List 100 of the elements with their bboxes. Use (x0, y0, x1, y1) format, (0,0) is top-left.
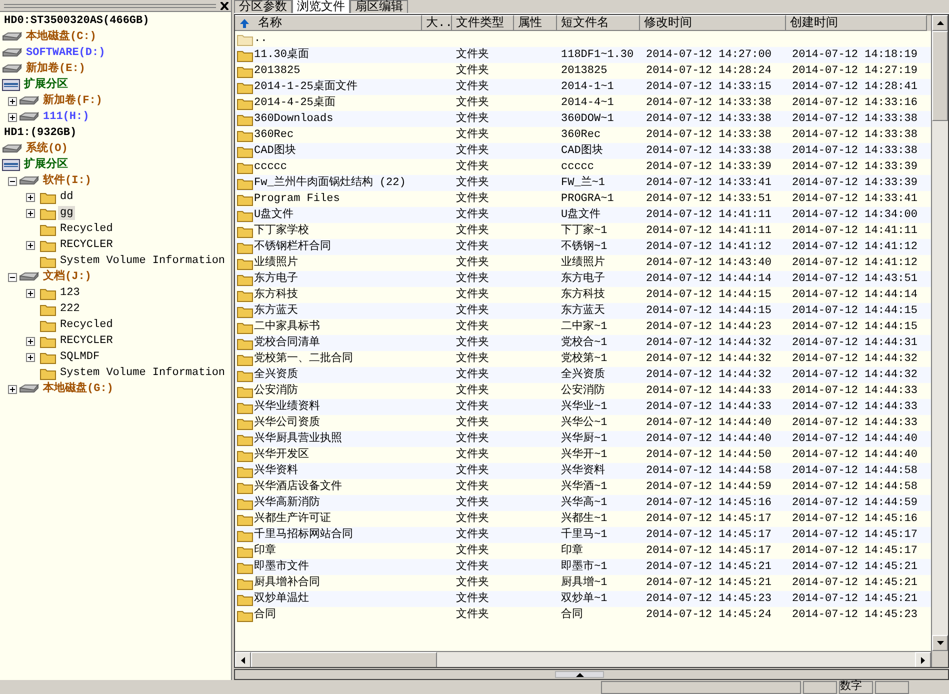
file-name[interactable]: 印章 (254, 544, 276, 558)
file-name[interactable]: 2013825 (254, 64, 300, 78)
file-name[interactable]: 兴华开发区 (254, 448, 309, 462)
table-cell: 2014-07-12 14:44:33 (792, 384, 918, 398)
tree-item[interactable]: dd (58, 190, 76, 204)
vertical-scrollbar[interactable] (931, 15, 948, 667)
file-name[interactable]: 兴华资料 (254, 464, 298, 478)
scroll-down-button[interactable] (932, 635, 948, 651)
tab[interactable]: 扇区编辑 (350, 0, 408, 13)
file-name[interactable]: 二中家具标书 (254, 320, 320, 334)
collapse-toggle[interactable] (8, 176, 17, 186)
file-name[interactable]: 360Downloads (254, 112, 334, 126)
table-cell: U盘文件 (561, 208, 601, 222)
file-name[interactable]: 党校合同清单 (254, 336, 320, 350)
file-name[interactable]: 党校第一、二批合同 (254, 352, 353, 366)
expand-toggle[interactable] (8, 112, 17, 122)
file-name[interactable]: 2014-1-25桌面文件 (254, 80, 358, 94)
tree-item[interactable]: SQLMDF (58, 350, 102, 364)
file-name[interactable]: 全兴资质 (254, 368, 298, 382)
file-name[interactable]: ccccc (254, 160, 288, 174)
tree-item[interactable]: 文档(J:) (41, 270, 94, 284)
collapse-toggle[interactable] (8, 272, 17, 282)
scroll-thumb[interactable] (932, 31, 948, 121)
expand-toggle[interactable] (8, 384, 17, 394)
tree-item[interactable]: 扩展分区 (22, 158, 70, 172)
tree-item[interactable]: Recycled (58, 222, 115, 236)
file-name[interactable]: 兴华业绩资料 (254, 400, 320, 414)
scroll-up-button[interactable] (932, 15, 948, 31)
close-icon[interactable] (220, 2, 229, 10)
table-cell: 文件夹 (456, 272, 489, 286)
scroll-thumb[interactable] (251, 652, 437, 667)
file-name[interactable]: 11.30桌面 (254, 48, 310, 62)
file-name[interactable]: 下丁家学校 (254, 224, 309, 238)
file-name[interactable]: 合同 (254, 608, 276, 622)
tree-item[interactable]: RECYCLER (58, 238, 115, 252)
tree-item[interactable]: 新加卷(E:) (24, 62, 88, 76)
file-name[interactable]: 千里马招标网站合同 (254, 528, 353, 542)
tab[interactable]: 分区参数 (234, 0, 292, 13)
table-cell: 文件夹 (456, 400, 489, 414)
table-cell: 文件夹 (456, 256, 489, 270)
column-header[interactable]: 名称 (235, 15, 422, 31)
file-name[interactable]: 公安消防 (254, 384, 298, 398)
file-name[interactable]: 360Rec (254, 128, 294, 142)
table-cell: 2014-07-12 14:33:38 (646, 144, 772, 158)
tree-item[interactable]: 222 (58, 302, 82, 316)
tree-item[interactable]: System Volume Information (58, 366, 228, 380)
column-header[interactable]: 创建时间 (786, 15, 927, 31)
disk-drive-icon (19, 272, 39, 282)
table-cell: 文件夹 (456, 176, 489, 190)
file-name[interactable]: 东方电子 (254, 272, 298, 286)
expand-toggle[interactable] (26, 336, 35, 346)
tree-item[interactable]: RECYCLER (58, 334, 115, 348)
file-name[interactable]: 东方蓝天 (254, 304, 298, 318)
file-name[interactable]: 不锈钢栏杆合同 (254, 240, 331, 254)
table-cell: 文件夹 (456, 448, 489, 462)
tree-item[interactable]: 本地磁盘(C:) (24, 30, 98, 44)
horizontal-scrollbar[interactable] (235, 651, 931, 667)
tree-item[interactable]: 123 (58, 286, 82, 300)
splitter-button[interactable] (555, 671, 604, 678)
tree-item[interactable]: System Volume Information (58, 254, 228, 268)
file-name[interactable]: 双炒单温灶 (254, 592, 309, 606)
file-name[interactable]: 兴华高新消防 (254, 496, 320, 510)
column-header[interactable]: 修改时间 (640, 15, 786, 31)
expand-toggle[interactable] (26, 352, 35, 362)
file-name[interactable]: CAD图块 (254, 144, 296, 158)
expand-toggle[interactable] (26, 240, 35, 250)
tree-item[interactable]: 111(H:) (41, 110, 92, 124)
file-name[interactable]: .. (254, 32, 268, 46)
file-name[interactable]: Program Files (254, 192, 340, 206)
file-name[interactable]: 兴华酒店设备文件 (254, 480, 342, 494)
file-name[interactable]: 东方科技 (254, 288, 298, 302)
file-name[interactable]: 厨具增补合同 (254, 576, 320, 590)
column-header[interactable]: 短文件名 (557, 15, 640, 31)
tree-item[interactable]: 系统(O) (24, 142, 70, 156)
table-cell: 2014-07-12 14:44:31 (792, 336, 918, 350)
file-name[interactable]: 2014-4-25桌面 (254, 96, 336, 110)
table-cell: 2014-07-12 14:41:12 (792, 240, 918, 254)
file-name[interactable]: 兴华公司资质 (254, 416, 320, 430)
expand-toggle[interactable] (26, 288, 35, 298)
file-name[interactable]: 兴华厨具营业执照 (254, 432, 342, 446)
tree-item[interactable]: 软件(I:) (41, 174, 94, 188)
file-name[interactable]: U盘文件 (254, 208, 294, 222)
table-cell: 文件夹 (456, 240, 489, 254)
expand-toggle[interactable] (26, 192, 35, 202)
tree-item[interactable]: HD0:ST3500320AS(466GB) (2, 14, 152, 28)
folder-icon (40, 302, 56, 316)
file-name[interactable]: 即墨市文件 (254, 560, 309, 574)
tree-item[interactable]: HD1:(932GB) (2, 126, 79, 140)
tree-item[interactable]: 新加卷(F:) (41, 94, 104, 108)
expand-toggle[interactable] (26, 208, 35, 218)
tree-item[interactable]: Recycled (58, 318, 115, 332)
tree-item[interactable]: gg (58, 206, 76, 220)
file-name[interactable]: 兴都生产许可证 (254, 512, 331, 526)
table-cell: 2014-07-12 14:45:24 (646, 608, 772, 622)
file-name[interactable]: Fw_兰州牛肉面锅灶结构 (22) (254, 176, 406, 190)
tree-item[interactable]: 本地磁盘(G:) (41, 382, 116, 396)
expand-toggle[interactable] (8, 96, 17, 106)
tree-item[interactable]: 扩展分区 (22, 78, 70, 92)
tree-item[interactable]: SOFTWARE(D:) (24, 46, 108, 60)
file-name[interactable]: 业绩照片 (254, 256, 298, 270)
